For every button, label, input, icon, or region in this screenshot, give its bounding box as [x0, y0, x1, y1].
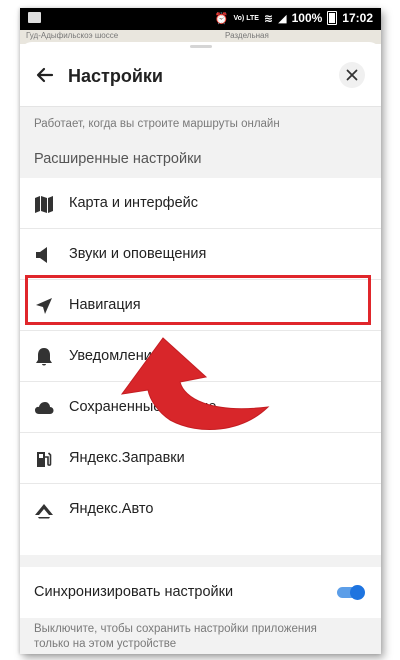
clock: 17:02: [342, 11, 373, 25]
section-gap: [20, 555, 381, 567]
settings-item-map[interactable]: Карта и интерфейс: [20, 178, 381, 229]
section-header: Расширенные настройки: [20, 142, 381, 178]
notification-icon: [28, 12, 41, 23]
settings-sheet: Настройки Работает, когда вы строите мар…: [20, 42, 381, 654]
settings-item-navigation[interactable]: Навигация: [20, 280, 381, 331]
speaker-icon: [36, 247, 47, 263]
phone-screen: ⏰ Vo) LTE ≋ ◢ 100% 17:02 Гуд-Адыфильскоэ…: [20, 8, 381, 654]
back-arrow-icon: [36, 67, 54, 83]
status-indicators: ⏰ Vo) LTE ≋ ◢ 100% 17:02: [215, 11, 373, 25]
sync-settings-row[interactable]: Синхронизировать настройки: [20, 567, 381, 618]
settings-item-label: Звуки и оповещения: [69, 246, 207, 262]
status-bar: ⏰ Vo) LTE ≋ ◢ 100% 17:02: [20, 8, 381, 30]
fuel-icon: [37, 452, 52, 467]
sync-settings-toggle[interactable]: [337, 585, 365, 600]
sync-settings-label: Синхронизировать настройки: [34, 584, 234, 600]
section-title: Расширенные настройки: [34, 151, 202, 167]
settings-item-label: Яндекс.Заправки: [69, 450, 185, 466]
alarm-icon: ⏰: [214, 12, 229, 25]
navigation-arrow-icon: [36, 298, 52, 314]
info-note-top-text: Работает, когда вы строите маршруты онла…: [34, 118, 280, 130]
car-icon: [35, 504, 53, 519]
header: Настройки: [20, 50, 381, 102]
settings-item-label: Навигация: [69, 297, 141, 313]
map-label-left: Гуд-Адыфильскоэ шоссе: [26, 31, 119, 40]
page-title: Настройки: [68, 66, 163, 86]
cloud-icon: [35, 402, 54, 414]
close-button[interactable]: [339, 62, 365, 88]
map-icon: [35, 196, 53, 213]
battery-icon: [327, 11, 338, 25]
settings-item-fuel[interactable]: Яндекс.Заправки: [20, 433, 381, 484]
settings-item-label: Яндекс.Авто: [69, 501, 154, 517]
settings-item-label: Сохраненные данные: [69, 399, 217, 415]
bell-icon: [36, 348, 52, 366]
toggle-knob: [350, 585, 365, 600]
close-icon: [346, 69, 358, 81]
lte-indicator: Vo) LTE: [233, 14, 259, 22]
info-note-bottom-text: Выключите, чтобы сохранить настройки при…: [34, 623, 317, 650]
signal-icon: ◢: [278, 12, 287, 25]
settings-item-notifications[interactable]: Уведомления: [20, 331, 381, 382]
settings-item-sounds[interactable]: Звуки и оповещения: [20, 229, 381, 280]
info-note-bottom: Выключите, чтобы сохранить настройки при…: [20, 618, 381, 654]
settings-item-label: Уведомления: [69, 348, 160, 364]
sheet-grabber[interactable]: [190, 45, 212, 48]
settings-item-saved-data[interactable]: Сохраненные данные: [20, 382, 381, 433]
settings-item-auto[interactable]: Яндекс.Авто: [20, 484, 381, 535]
wifi-icon: ≋: [263, 12, 274, 25]
map-label-right: Раздельная: [225, 31, 269, 40]
info-note-top: Работает, когда вы строите маршруты онла…: [20, 106, 381, 143]
battery-percent: 100%: [291, 11, 323, 25]
settings-item-label: Карта и интерфейс: [69, 195, 199, 211]
back-button[interactable]: [32, 62, 58, 88]
